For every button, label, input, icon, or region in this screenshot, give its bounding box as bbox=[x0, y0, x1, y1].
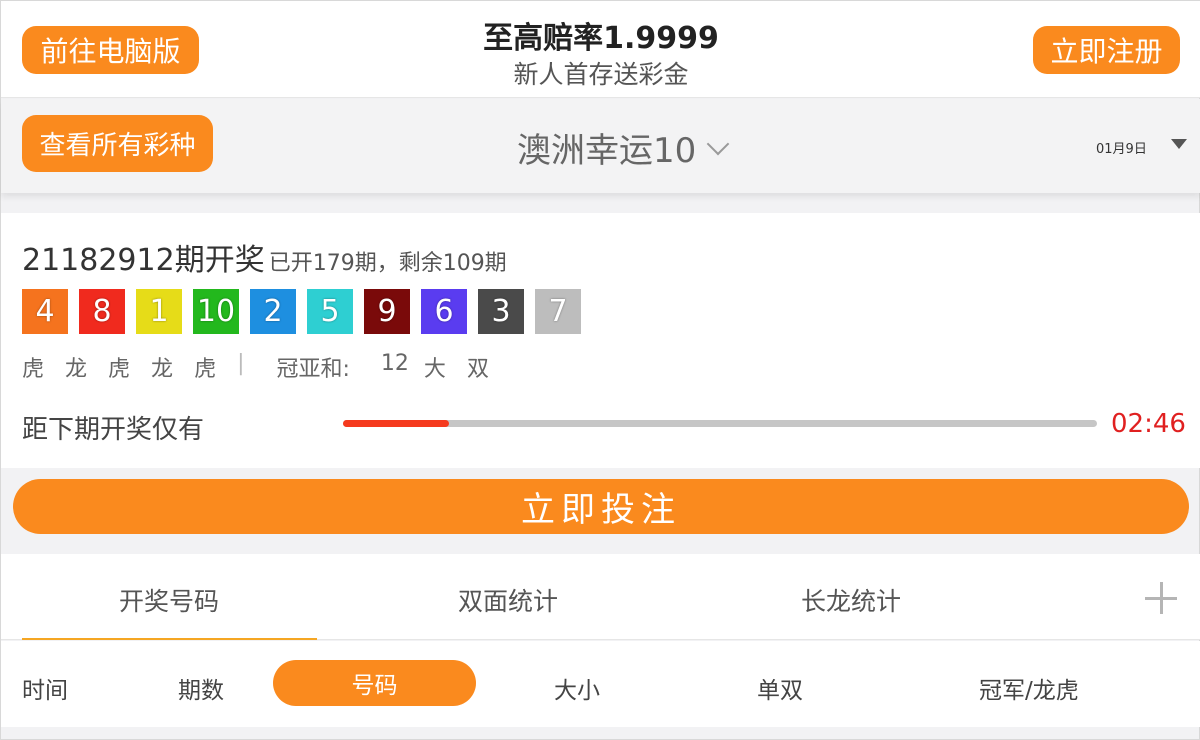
filter-champion-dragon-tiger[interactable]: 冠军/龙虎 bbox=[979, 671, 1079, 705]
number-ball: 7 bbox=[535, 289, 581, 334]
parity-result: 双 bbox=[466, 357, 489, 382]
number-ball: 10 bbox=[193, 289, 239, 334]
all-lotteries-button[interactable]: 查看所有彩种 bbox=[22, 115, 213, 172]
dragon-tiger-2: 龙 bbox=[65, 357, 88, 382]
dragon-tiger-1: 虎 bbox=[22, 357, 45, 382]
odds-headline: 至高赔率1.9999 bbox=[483, 21, 719, 56]
filter-issue[interactable]: 期数 bbox=[178, 671, 224, 705]
issue-number: 21182912期开奖 bbox=[22, 243, 265, 278]
sum-value: 12 bbox=[380, 351, 409, 376]
draw-result-panel: 21182912期开奖 已开179期，剩余109期 4 8 1 10 2 5 9 6 3 7 虎 … bbox=[1, 213, 1200, 468]
promo-subline: 新人首存送彩金 bbox=[513, 60, 689, 89]
game-selector-bar: 查看所有彩种 澳洲幸运10 01月9日 bbox=[1, 99, 1200, 193]
tab-draw-numbers[interactable]: 开奖号码 bbox=[119, 582, 219, 618]
stats-tabs: 开奖号码 双面统计 长龙统计 bbox=[1, 554, 1200, 640]
draw-progress-text: 已开179期，剩余109期 bbox=[268, 251, 507, 276]
top-header: 前往电脑版 至高赔率1.9999 新人首存送彩金 立即注册 bbox=[1, 1, 1200, 98]
chevron-down-icon bbox=[706, 132, 730, 155]
countdown-timer: 02:46 bbox=[1111, 409, 1186, 439]
filter-size[interactable]: 大小 bbox=[554, 671, 600, 705]
dragon-tiger-3: 虎 bbox=[108, 357, 131, 382]
countdown-label: 距下期开奖仅有 bbox=[22, 415, 205, 445]
tab-streak-stats[interactable]: 长龙统计 bbox=[801, 582, 901, 618]
dragon-tiger-5: 虎 bbox=[194, 357, 217, 382]
size-result: 大 bbox=[423, 357, 446, 382]
filter-number[interactable]: 号码 bbox=[273, 660, 476, 706]
active-tab-underline bbox=[22, 638, 317, 640]
number-ball: 4 bbox=[22, 289, 68, 334]
number-ball: 1 bbox=[136, 289, 182, 334]
register-button[interactable]: 立即注册 bbox=[1033, 26, 1180, 74]
draw-numbers: 4 8 1 10 2 5 9 6 3 7 bbox=[22, 289, 592, 334]
draw-stats: 虎 龙 虎 龙 虎 | 冠亚和: 12 大 双 bbox=[22, 351, 510, 383]
number-ball: 9 bbox=[364, 289, 410, 334]
number-ball: 6 bbox=[421, 289, 467, 334]
dragon-tiger-4: 龙 bbox=[151, 357, 174, 382]
stats-separator: | bbox=[237, 351, 245, 376]
number-ball: 5 bbox=[307, 289, 353, 334]
plus-icon[interactable] bbox=[1145, 582, 1177, 614]
number-ball: 2 bbox=[250, 289, 296, 334]
date-selector[interactable]: 01月9日 bbox=[1096, 138, 1147, 157]
game-name: 澳洲幸运10 bbox=[517, 131, 697, 171]
issue-line: 21182912期开奖 已开179期，剩余109期 bbox=[22, 235, 507, 279]
sum-label: 冠亚和: bbox=[276, 357, 350, 382]
filter-parity[interactable]: 单双 bbox=[757, 671, 803, 705]
game-dropdown[interactable]: 澳洲幸运10 bbox=[517, 123, 730, 172]
caret-down-icon[interactable] bbox=[1171, 139, 1187, 149]
number-ball: 3 bbox=[478, 289, 524, 334]
result-filters: 时间 期数 号码 大小 单双 冠军/龙虎 bbox=[1, 641, 1200, 727]
filter-time[interactable]: 时间 bbox=[22, 671, 68, 705]
countdown-progress-fill bbox=[343, 420, 449, 427]
place-bet-button[interactable]: 立即投注 bbox=[13, 479, 1189, 534]
number-ball: 8 bbox=[79, 289, 125, 334]
countdown-progress-bar bbox=[343, 420, 1097, 427]
tab-two-sided-stats[interactable]: 双面统计 bbox=[458, 582, 558, 618]
